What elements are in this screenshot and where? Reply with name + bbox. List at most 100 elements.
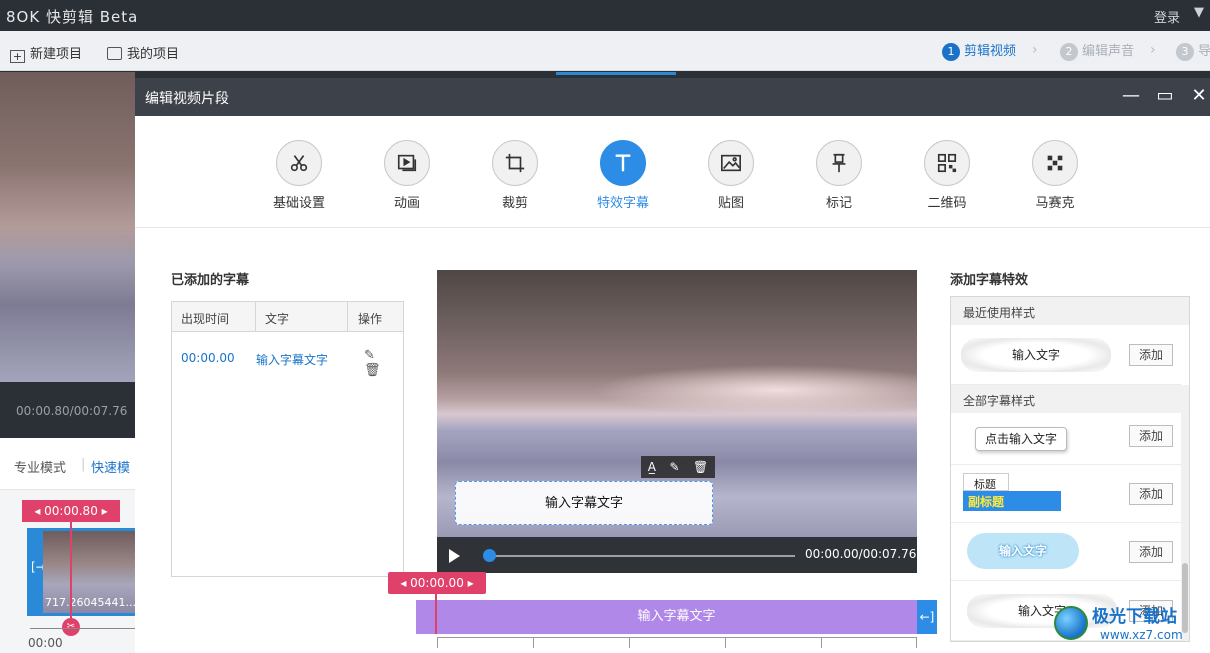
tab-label: 裁剪 [501,196,528,211]
tab-sticker[interactable]: 贴图 [681,140,781,211]
column-header-actions: 操作 [358,312,383,326]
tab-label: 贴图 [717,196,744,211]
watermark-url: www.xz7.com [1100,628,1183,642]
main-progress-indicator [556,72,676,75]
step-edit-audio[interactable]: 2 编辑声音 [1060,40,1134,61]
caption-playhead-time[interactable]: ◂ 00:00.00 ▸ [388,572,486,594]
crop-icon [492,140,538,186]
table-header: 出现时间 文字 操作 [172,302,403,332]
maximize-icon[interactable]: ▭ [1153,84,1177,108]
tab-crop[interactable]: 裁剪 [465,140,565,211]
scissors-icon [276,140,322,186]
caption-playhead[interactable] [435,594,437,634]
play-icon[interactable] [449,549,460,563]
close-icon[interactable]: ✕ [1187,84,1210,108]
all-styles-header: 全部字幕样式 [951,385,1189,413]
tab-label: 特效字幕 [596,196,649,211]
style-preview: 点击输入文字 [975,427,1067,451]
recent-styles-header: 最近使用样式 [951,297,1189,325]
row-actions: ✎🗑 [364,348,403,378]
edit-pencil-icon[interactable]: ✎ [669,460,679,474]
tab-effect-subtitle[interactable]: 特效字幕 [573,140,673,211]
watermark-logo [1054,606,1088,640]
main-playhead-time[interactable]: ◂ 00:00.80 ▸ [22,500,120,522]
new-project-button[interactable]: + 新建项目 [10,43,82,63]
step-label: 编辑声音 [1082,44,1135,59]
caption-ruler [437,637,917,653]
style-preview: 输入文字 [961,338,1111,372]
caption-toolbar: A̲ ✎ 🗑 [641,456,715,478]
login-link[interactable]: 登录 [1154,7,1180,26]
style-row-bubble[interactable]: 点击输入文字 添加 [951,413,1181,465]
add-style-button[interactable]: 添加 [1129,425,1173,447]
site-watermark: 极光下载站 www.xz7.com [1046,598,1206,650]
image-icon [708,140,754,186]
my-projects-label: 我的项目 [127,47,180,62]
step-export[interactable]: 3导 [1176,40,1210,61]
ruler-start-label: 00:00 [28,636,63,650]
tab-marker[interactable]: 标记 [789,140,889,211]
dialog-title: 编辑视频片段 [145,91,229,107]
mode-divider: | [81,457,86,472]
qrcode-icon [924,140,970,186]
added-subtitles-title: 已添加的字幕 [171,273,250,288]
seek-bar[interactable] [489,555,795,557]
step-label: 导 [1198,44,1210,59]
style-row-recent[interactable]: 输入文字 添加 [951,325,1181,385]
menu-caret-icon[interactable]: ▼ [1194,5,1204,20]
text-icon [600,140,646,186]
tab-animation[interactable]: 动画 [357,140,457,211]
app-titlebar: 8OK 快剪辑 Beta 登录 ▼ [0,0,1210,31]
watermark-name: 极光下载站 [1092,607,1177,627]
fast-mode-tab[interactable]: 快速模 [91,457,130,476]
trash-icon[interactable]: 🗑 [693,460,708,474]
tab-qrcode[interactable]: 二维码 [897,140,997,211]
mode-switch-bar: 专业模式 | 快速模 [0,438,135,490]
text-style-icon[interactable]: A̲ [648,460,656,474]
tab-label: 动画 [393,196,420,211]
tab-basic-settings[interactable]: 基础设置 [249,140,349,211]
seek-handle[interactable] [483,549,496,562]
mosaic-icon [1032,140,1078,186]
add-style-button[interactable]: 添加 [1129,483,1173,505]
caption-end-handle-icon[interactable]: ←] [917,600,937,634]
step-indicator: 1 剪辑视频 › 2 编辑声音 › 3导 [940,40,1210,62]
my-projects-button[interactable]: 我的项目 [107,43,179,62]
tab-mosaic[interactable]: 马赛克 [1005,140,1105,211]
step-edit-video[interactable]: 1 剪辑视频 [942,40,1016,61]
column-header-text: 文字 [265,312,290,326]
chevron-right-icon: › [1150,42,1156,58]
minimize-icon[interactable]: — [1119,84,1143,108]
effects-panel: 最近使用样式 输入文字 添加 全部字幕样式 点击输入文字 添加 标题 副标题 添… [950,296,1190,642]
player-time: 00:00.00/00:07.76 [805,547,917,561]
chevron-right-icon: › [1032,42,1038,58]
subtitle-text: 输入字幕文字 [256,353,329,367]
tool-tabs: 基础设置 动画 裁剪 特效字幕 贴图 标记 二维码 马赛克 [135,116,1210,228]
step-number: 3 [1176,43,1194,61]
caption-track[interactable]: 输入字幕文字 [416,600,937,634]
table-row[interactable]: 00:00.00 输入字幕文字 ✎🗑 [172,332,403,384]
add-style-button[interactable]: 添加 [1129,344,1173,366]
step-label: 剪辑视频 [964,44,1017,59]
split-scissors-icon[interactable]: ✂ [62,618,80,636]
edit-pencil-icon[interactable]: ✎ [364,348,375,363]
main-ruler [30,628,135,629]
step-number: 1 [942,43,960,61]
main-playhead[interactable] [70,520,72,628]
tab-label: 基础设置 [272,196,325,211]
video-clip[interactable]: [→ 717.26045441... [27,528,136,616]
new-project-label: 新建项目 [30,47,83,62]
clip-filename: 717.26045441... [45,596,136,609]
subtitle-time: 00:00.00 [181,351,235,365]
style-row-cloud[interactable]: 输入文字 添加 [951,523,1181,581]
pro-mode-tab[interactable]: 专业模式 [14,457,66,476]
trash-icon[interactable]: 🗑 [364,363,381,378]
add-effects-title: 添加字幕特效 [950,273,1029,288]
caption-overlay[interactable]: 输入字幕文字 [455,481,713,525]
pin-icon [816,140,862,186]
style-row-title[interactable]: 标题 副标题 添加 [951,465,1181,523]
edit-clip-dialog: 编辑视频片段 — ▭ ✕ 基础设置 动画 裁剪 特效字幕 贴图 标记 二维码 马… [135,78,1210,653]
animation-icon [384,140,430,186]
add-style-button[interactable]: 添加 [1129,541,1173,563]
video-player: A̲ ✎ 🗑 输入字幕文字 00:00.00/00:07.76 [437,270,917,573]
